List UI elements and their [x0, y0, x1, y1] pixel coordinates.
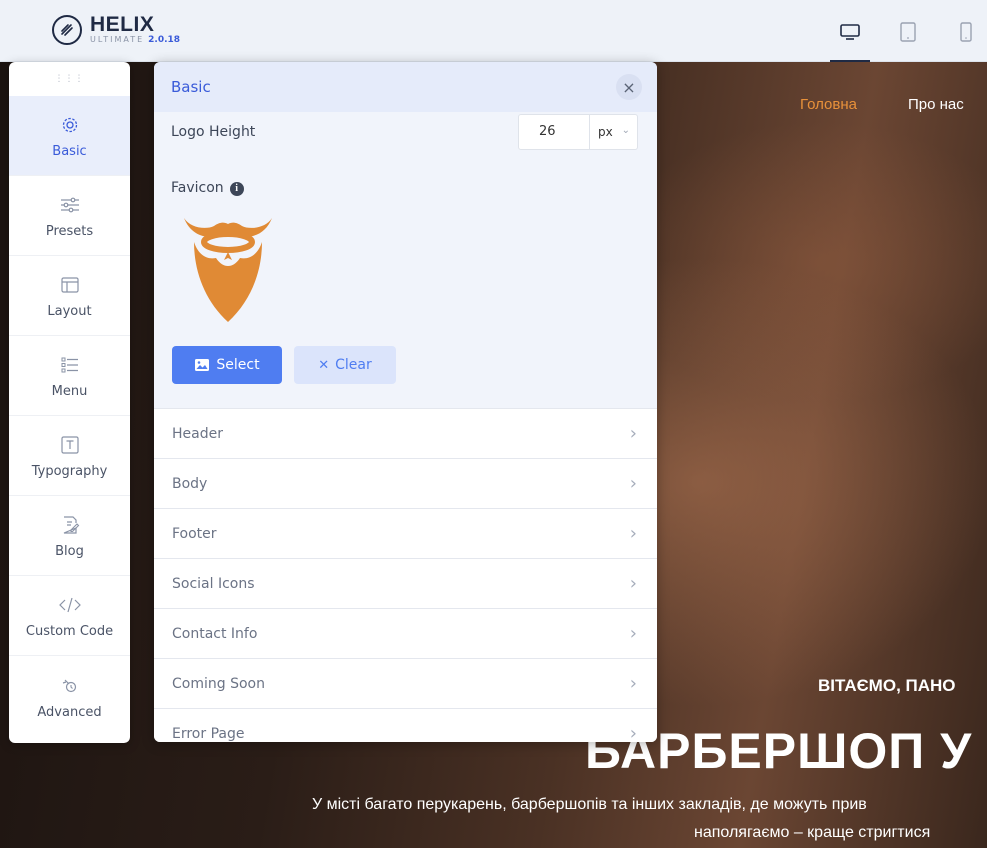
favicon-label: Favicon [171, 180, 224, 196]
sidebar-item-presets[interactable]: Presets [9, 176, 130, 256]
typography-icon [60, 432, 80, 458]
drag-handle[interactable]: ⋮⋮⋮ [9, 62, 130, 96]
clear-favicon-button[interactable]: ✕ Clear [294, 346, 396, 384]
panel-header: Basic × [154, 62, 657, 112]
beard-icon [184, 218, 272, 322]
code-icon [58, 592, 82, 618]
section-body[interactable]: Body › [154, 458, 657, 508]
close-panel-button[interactable]: × [616, 74, 642, 100]
section-label: Social Icons [172, 575, 255, 592]
section-footer[interactable]: Footer › [154, 508, 657, 558]
basic-section-body: Logo Height 26 px ⌄ Favicon i Select ✕ Cl [154, 112, 657, 408]
clear-label: Clear [335, 357, 372, 373]
sidebar-item-advanced[interactable]: Advanced [9, 656, 130, 736]
sidebar-item-blog[interactable]: Blog [9, 496, 130, 576]
logo-height-unit-select[interactable]: px ⌄ [590, 114, 638, 150]
chevron-right-icon: › [629, 523, 637, 544]
desktop-view-button[interactable] [830, 20, 870, 63]
top-bar: HELIX ULTIMATE 2.0.18 [0, 0, 987, 63]
gear-icon [60, 112, 80, 138]
basic-settings-panel: Basic × Logo Height 26 px ⌄ Favicon i Sel… [154, 62, 657, 742]
hero-text-line1: У місті багато перукарень, барбершопів т… [312, 796, 867, 813]
desktop-icon [840, 24, 860, 40]
blog-icon [60, 512, 80, 538]
chevron-right-icon: › [629, 423, 637, 444]
info-icon[interactable]: i [229, 181, 244, 196]
logo-name: HELIX [90, 13, 155, 36]
sidebar-item-label: Blog [55, 544, 84, 559]
section-contact-info[interactable]: Contact Info › [154, 608, 657, 658]
sidebar-item-label: Presets [45, 224, 94, 239]
section-label: Coming Soon [172, 675, 265, 692]
helix-logo-icon [52, 14, 82, 45]
section-label: Error Page [172, 725, 245, 742]
version-label: 2.0.18 [148, 35, 181, 45]
logo-sub: ULTIMATE [90, 35, 145, 44]
tablet-icon [900, 22, 916, 42]
unit-value: px [598, 125, 613, 139]
image-icon [195, 359, 210, 371]
section-coming-soon[interactable]: Coming Soon › [154, 658, 657, 708]
sidebar-item-label: Menu [51, 384, 88, 399]
section-header[interactable]: Header › [154, 408, 657, 458]
section-label: Contact Info [172, 625, 258, 642]
panel-title: Basic [171, 78, 211, 96]
favicon-label-row: Favicon i [171, 180, 244, 196]
sidebar-item-menu[interactable]: Menu [9, 336, 130, 416]
chevron-right-icon: › [629, 473, 637, 494]
x-icon: ✕ [318, 357, 330, 373]
mobile-view-button[interactable] [956, 20, 976, 44]
helix-logo: HELIX ULTIMATE 2.0.18 [52, 14, 180, 45]
nav-about-link[interactable]: Про нас [908, 96, 964, 113]
sidebar-item-label: Layout [47, 304, 92, 319]
chevron-right-icon: › [629, 673, 637, 694]
menu-icon [60, 352, 80, 378]
sidebar-item-label: Custom Code [25, 624, 114, 639]
chevron-right-icon: › [629, 573, 637, 594]
sliders-icon [59, 192, 81, 218]
tablet-view-button[interactable] [896, 20, 920, 44]
favicon-preview [180, 210, 276, 328]
sidebar-item-layout[interactable]: Layout [9, 256, 130, 336]
select-favicon-button[interactable]: Select [172, 346, 282, 384]
section-label: Footer [172, 525, 217, 542]
sidebar-item-label: Typography [31, 464, 108, 479]
sidebar-item-basic[interactable]: Basic [9, 96, 130, 176]
nav-home-link[interactable]: Головна [800, 96, 857, 113]
chevron-right-icon: › [629, 623, 637, 644]
sidebar-item-typography[interactable]: Typography [9, 416, 130, 496]
hero-subtitle: ВІТАЄМО, ПАНО [818, 676, 956, 695]
section-label: Header [172, 425, 223, 442]
sidebar-item-label: Advanced [37, 704, 102, 720]
section-error-page[interactable]: Error Page › [154, 708, 657, 742]
layout-icon [60, 272, 80, 298]
mobile-icon [960, 22, 972, 42]
hero-text-line2: наполягаємо – краще стригтися [694, 824, 931, 841]
chevron-right-icon: › [629, 723, 637, 742]
advanced-icon [60, 673, 80, 699]
sidebar-item-label: Basic [52, 144, 87, 159]
section-label: Body [172, 475, 208, 492]
close-icon: × [622, 77, 636, 97]
logo-height-label: Logo Height [171, 124, 256, 140]
logo-height-input[interactable]: 26 [518, 114, 590, 150]
settings-sidebar: ⋮⋮⋮ Basic Presets Layout Menu Typography [9, 62, 130, 743]
select-label: Select [216, 357, 260, 373]
chevron-down-icon: ⌄ [621, 125, 630, 136]
section-social-icons[interactable]: Social Icons › [154, 558, 657, 608]
sidebar-item-custom-code[interactable]: Custom Code [9, 576, 130, 656]
